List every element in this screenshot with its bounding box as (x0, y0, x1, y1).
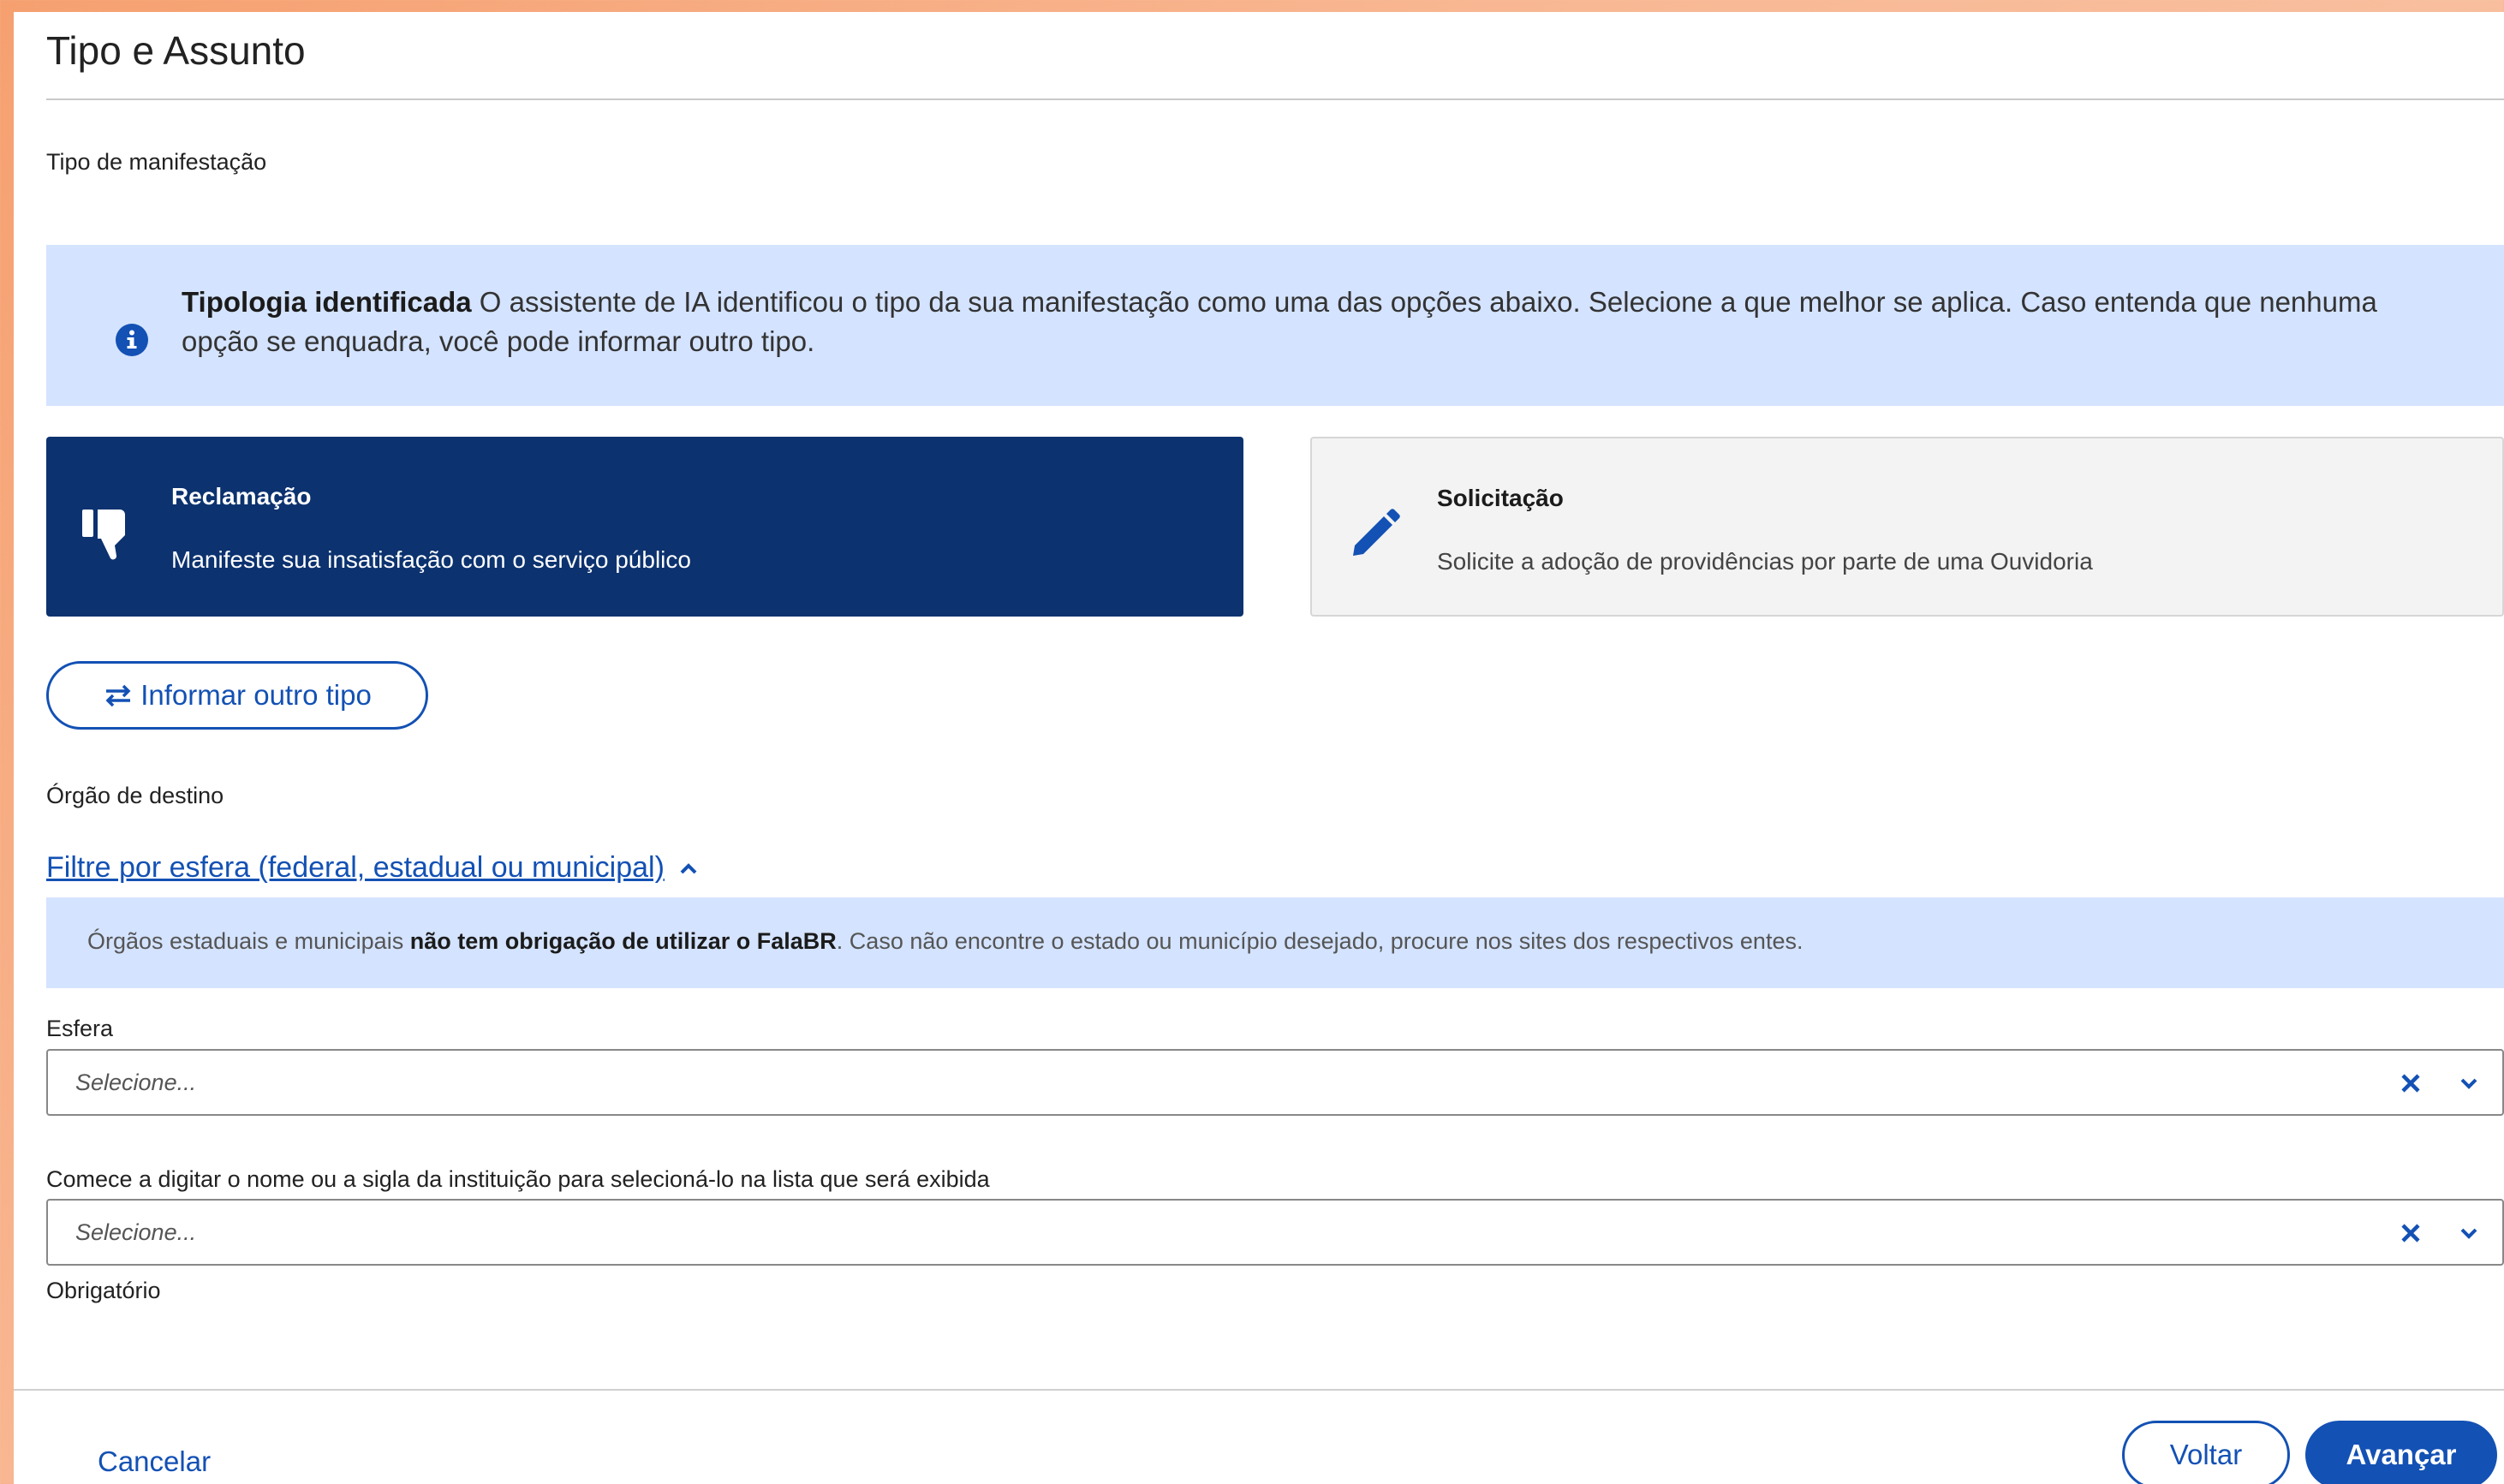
chevron-down-icon[interactable] (2459, 1226, 2478, 1240)
esfera-alert-bold: não tem obrigação de utilizar o FalaBR (409, 928, 837, 954)
option-description: Solicite a adoção de providências por pa… (1437, 548, 2093, 575)
instituicao-placeholder: Selecione... (75, 1219, 197, 1245)
form-panel: Tipo e Assunto Tipo de manifestação Tipo… (14, 12, 2504, 1484)
esfera-label: Esfera (46, 1016, 114, 1041)
title-divider (46, 98, 2504, 100)
cancel-button[interactable]: Cancelar (98, 1445, 211, 1478)
swap-icon (105, 684, 131, 707)
esfera-info-alert: Órgãos estaduais e municipais não tem ob… (46, 897, 2504, 988)
filter-esfera-label: Filtre por esfera (federal, estadual ou … (46, 851, 665, 884)
other-type-label: Informar outro tipo (140, 679, 372, 711)
chevron-down-icon[interactable] (2459, 1076, 2478, 1090)
instituicao-label: Comece a digitar o nome ou a sigla da in… (46, 1166, 990, 1192)
ia-alert-message: Tipologia identificada O assistente de I… (182, 283, 2435, 361)
other-type-button[interactable]: Informar outro tipo (46, 661, 428, 730)
option-card-solicitacao[interactable]: Solicitação Solicite a adoção de providê… (1310, 437, 2504, 617)
page-title: Tipo e Assunto (46, 28, 306, 73)
instituicao-required-hint: Obrigatório (46, 1278, 161, 1303)
next-button-label: Avançar (2346, 1439, 2457, 1470)
esfera-alert-text-after: . Caso não encontre o estado ou municípi… (836, 928, 1803, 954)
option-description: Manifeste sua insatisfação com o serviço… (171, 546, 691, 573)
close-icon[interactable] (2400, 1072, 2422, 1094)
orgao-destino-label: Órgão de destino (46, 783, 224, 808)
ia-alert-title: Tipologia identificada (182, 286, 472, 318)
chevron-up-icon (680, 862, 697, 873)
esfera-alert-text-before: Órgãos estaduais e municipais (87, 928, 410, 954)
filter-esfera-link[interactable]: Filtre por esfera (federal, estadual ou … (46, 851, 699, 885)
pencil-icon (1353, 509, 1400, 556)
tipo-manifestacao-label: Tipo de manifestação (46, 149, 267, 175)
option-title: Reclamação (171, 483, 312, 510)
back-button-label: Voltar (2169, 1439, 2243, 1470)
option-card-reclamacao[interactable]: Reclamação Manifeste sua insatisfação co… (46, 437, 1243, 617)
option-title: Solicitação (1437, 485, 1564, 511)
ia-identified-alert: Tipologia identificada O assistente de I… (46, 245, 2504, 406)
footer-divider (14, 1389, 2504, 1391)
esfera-placeholder: Selecione... (75, 1070, 197, 1095)
info-icon (116, 324, 148, 356)
esfera-select[interactable]: Selecione... (46, 1049, 2504, 1116)
close-icon[interactable] (2400, 1222, 2422, 1244)
instituicao-select[interactable]: Selecione... (46, 1199, 2504, 1266)
esfera-alert-message: Órgãos estaduais e municipais não tem ob… (87, 928, 1803, 955)
next-button[interactable]: Avançar (2305, 1421, 2497, 1484)
thumbs-down-icon (82, 510, 125, 560)
back-button[interactable]: Voltar (2122, 1421, 2290, 1484)
ia-alert-text: O assistente de IA identificou o tipo da… (182, 286, 2377, 357)
